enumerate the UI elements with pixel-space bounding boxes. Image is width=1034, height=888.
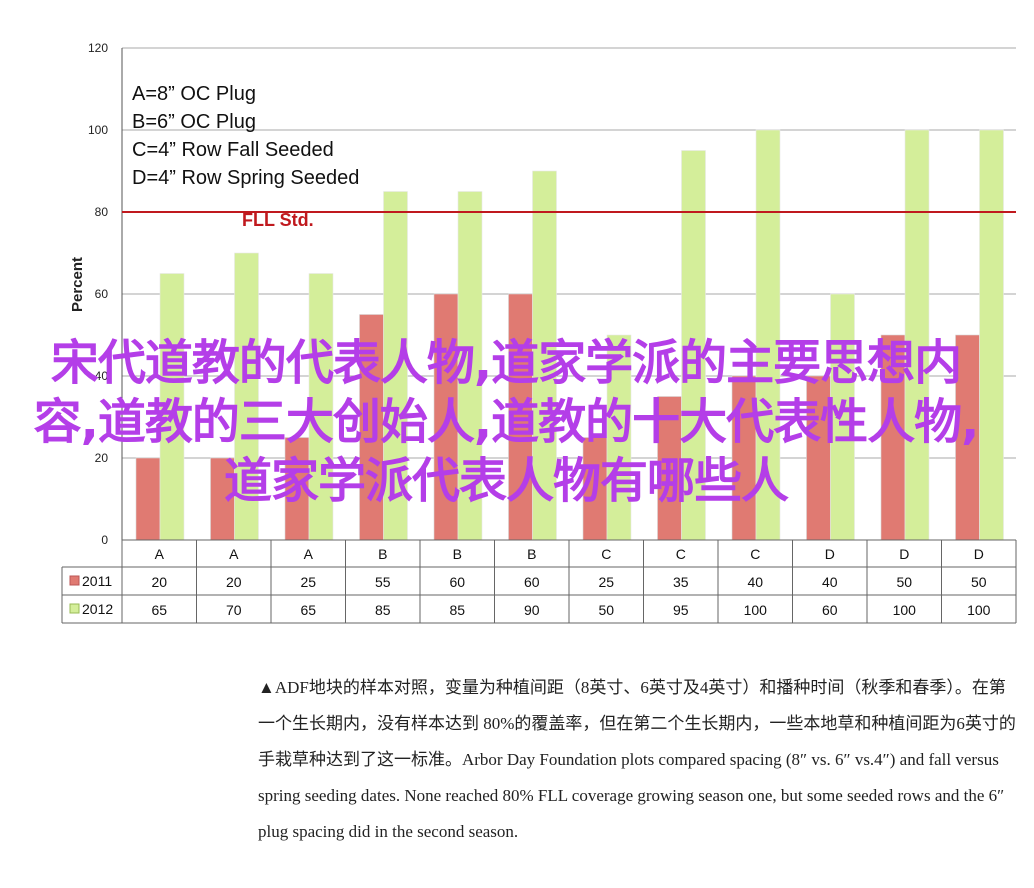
overlay-title-link[interactable]: 宋代道教的代表人物,道家学派的主要思想内容,道教的三大创始人,道教的十大代表性人… [26, 334, 986, 511]
x-tick-label: B [378, 546, 387, 562]
y-tick-label: 0 [101, 533, 108, 547]
data-label-2011: 55 [375, 574, 391, 590]
legend-note-a: A=8” OC Plug [132, 83, 256, 105]
data-label-2012: 70 [226, 602, 242, 618]
data-label-2011: 25 [300, 574, 316, 590]
legend-swatch-2012 [69, 603, 80, 614]
category-legend: A=8” OC Plug B=6” OC Plug C=4” Row Fall … [132, 80, 359, 192]
x-tick-label: B [527, 546, 536, 562]
x-tick-label: A [229, 546, 239, 562]
legend-label-2012: 2012 [82, 601, 113, 617]
x-tick-label: C [750, 546, 760, 562]
data-label-2012: 100 [893, 602, 917, 618]
fll-standard-label: FLL Std. [242, 210, 314, 230]
data-label-2011: 60 [449, 574, 465, 590]
legend-swatch-2011 [69, 575, 80, 586]
x-tick-label: A [304, 546, 314, 562]
data-label-2011: 50 [896, 574, 912, 590]
x-tick-label: D [974, 546, 984, 562]
data-label-2011: 20 [151, 574, 167, 590]
x-tick-label: D [899, 546, 909, 562]
data-label-2012: 65 [151, 602, 167, 618]
legend-note-b: B=6” OC Plug [132, 111, 256, 133]
x-tick-label: C [601, 546, 611, 562]
y-tick-label: 100 [88, 123, 108, 137]
data-label-2012: 60 [822, 602, 838, 618]
y-tick-label: 60 [95, 287, 109, 301]
data-label-2011: 35 [673, 574, 689, 590]
x-tick-label: A [155, 546, 165, 562]
data-label-2012: 90 [524, 602, 540, 618]
figure-caption: ▲ADF地块的样本对照，变量为种植间距（8英寸、6英寸及4英寸）和播种时间（秋季… [258, 678, 1016, 841]
data-label-2012: 85 [375, 602, 391, 618]
data-label-2012: 95 [673, 602, 689, 618]
data-label-2012: 50 [598, 602, 614, 618]
x-tick-label: D [825, 546, 835, 562]
y-axis-label: Percent [69, 256, 87, 313]
data-label-2011: 40 [822, 574, 838, 590]
data-label-2012: 100 [967, 602, 991, 618]
y-tick-label: 80 [95, 205, 109, 219]
y-tick-label: 120 [88, 41, 108, 55]
data-label-2011: 25 [598, 574, 614, 590]
data-label-2011: 40 [747, 574, 763, 590]
data-label-2012: 65 [300, 602, 316, 618]
legend-note-c: C=4” Row Fall Seeded [132, 139, 334, 161]
data-label-2011: 60 [524, 574, 540, 590]
data-label-2012: 85 [449, 602, 465, 618]
legend-label-2011: 2011 [82, 573, 112, 589]
x-tick-label: C [676, 546, 686, 562]
data-label-2011: 20 [226, 574, 242, 590]
x-tick-label: B [453, 546, 462, 562]
data-label-2012: 100 [744, 602, 768, 618]
legend-note-d: D=4” Row Spring Seeded [132, 167, 360, 189]
data-label-2011: 50 [971, 574, 987, 590]
